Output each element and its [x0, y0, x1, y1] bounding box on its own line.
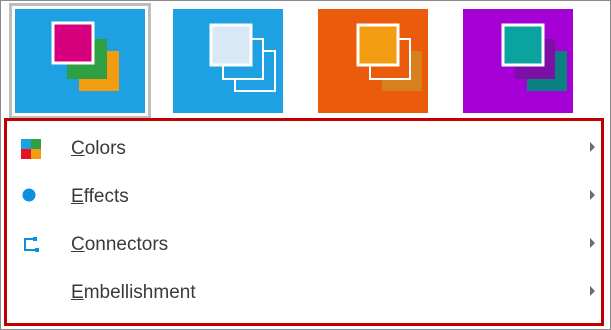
- theme-gallery: [1, 1, 610, 119]
- theme-thumbnail-2[interactable]: [173, 9, 303, 113]
- theme-options-menu: Colors Effects Connectors Embellishment: [4, 118, 604, 326]
- menu-item-label: Colors: [71, 138, 126, 159]
- theme-4-preview-icon: [463, 9, 573, 113]
- theme-2-preview-icon: [173, 9, 283, 113]
- menu-item-connectors[interactable]: Connectors: [7, 221, 601, 269]
- menu-item-colors[interactable]: Colors: [7, 125, 601, 173]
- chevron-right-icon: [590, 142, 595, 152]
- menu-item-label: Effects: [71, 186, 129, 207]
- effects-dot-icon: [22, 188, 36, 202]
- chevron-right-icon: [590, 190, 595, 200]
- connectors-icon: [24, 237, 39, 252]
- chevron-right-icon: [590, 286, 595, 296]
- theme-thumbnail-1[interactable]: [9, 3, 151, 119]
- theme-thumbnail-4[interactable]: [463, 9, 593, 113]
- theme-1-preview-icon: [15, 9, 145, 113]
- chevron-right-icon: [590, 238, 595, 248]
- theme-3-preview-icon: [318, 9, 428, 113]
- theme-thumbnail-3[interactable]: [318, 9, 448, 113]
- theme-dropdown-panel: Colors Effects Connectors Embellishment: [0, 0, 611, 330]
- menu-item-effects[interactable]: Effects: [7, 173, 601, 221]
- colors-grid-icon: [21, 139, 41, 159]
- menu-item-label: Connectors: [71, 234, 169, 255]
- menu-item-embellishment[interactable]: Embellishment: [7, 269, 601, 317]
- menu-item-label: Embellishment: [71, 282, 196, 303]
